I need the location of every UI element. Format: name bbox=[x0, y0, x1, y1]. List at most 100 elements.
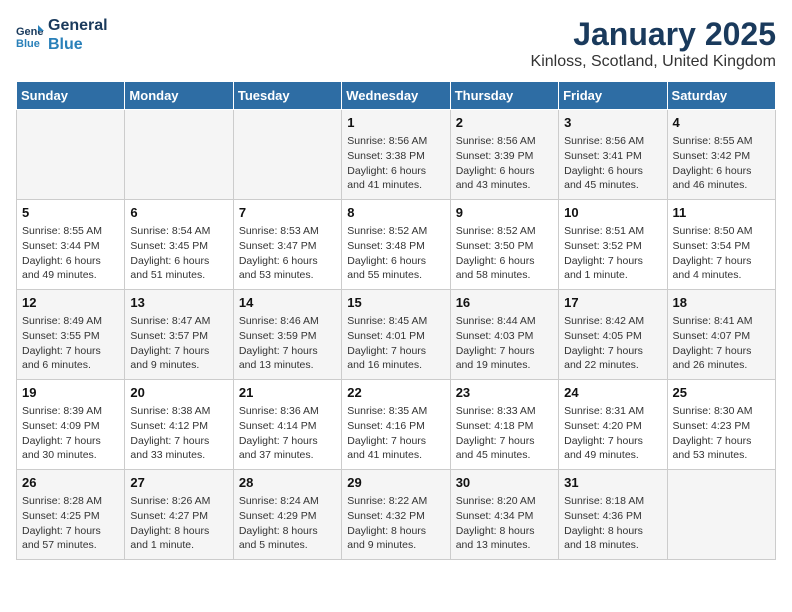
calendar-subtitle: Kinloss, Scotland, United Kingdom bbox=[531, 53, 776, 71]
day-info: Sunrise: 8:55 AMSunset: 3:42 PMDaylight:… bbox=[673, 134, 770, 193]
day-number: 31 bbox=[564, 474, 661, 492]
calendar-cell: 21Sunrise: 8:36 AMSunset: 4:14 PMDayligh… bbox=[233, 380, 341, 470]
day-number: 3 bbox=[564, 114, 661, 132]
day-number: 14 bbox=[239, 294, 336, 312]
calendar-cell: 22 Sunrise: 8:35 AMSunset: 4:16 PMDayligh… bbox=[342, 380, 450, 470]
day-number: 27 bbox=[130, 474, 227, 492]
day-info: Sunrise: 8:49 AMSunset: 3:55 PMDaylight:… bbox=[22, 314, 119, 373]
day-number: 22 bbox=[347, 384, 444, 402]
day-info: Sunrise: 8:52 AMSunset: 3:50 PMDaylight:… bbox=[456, 224, 553, 283]
day-header-monday: Monday bbox=[125, 82, 233, 110]
day-number: 29 bbox=[347, 474, 444, 492]
calendar-cell: 31 Sunrise: 8:18 AMSunset: 4:36 PMDayligh… bbox=[559, 470, 667, 560]
calendar-cell: 27 Sunrise: 8:26 AMSunset: 4:27 PMDayligh… bbox=[125, 470, 233, 560]
calendar-cell bbox=[667, 470, 775, 560]
calendar-cell: 13 Sunrise: 8:47 AMSunset: 3:57 PMDayligh… bbox=[125, 290, 233, 380]
day-info: Sunrise: 8:54 AMSunset: 3:45 PMDaylight:… bbox=[130, 224, 227, 283]
day-info: Sunrise: 8:39 AMSunset: 4:09 PMDaylight:… bbox=[22, 404, 119, 463]
calendar-cell: 12 Sunrise: 8:49 AMSunset: 3:55 PMDayligh… bbox=[17, 290, 125, 380]
day-info: Sunrise: 8:18 AMSunset: 4:36 PMDaylight:… bbox=[564, 494, 661, 553]
day-number: 4 bbox=[673, 114, 770, 132]
calendar-cell: 2Sunrise: 8:56 AMSunset: 3:39 PMDaylight… bbox=[450, 110, 558, 200]
day-info: Sunrise: 8:42 AMSunset: 4:05 PMDaylight:… bbox=[564, 314, 661, 373]
day-info: Sunrise: 8:30 AMSunset: 4:23 PMDaylight:… bbox=[673, 404, 770, 463]
calendar-cell: 19 Sunrise: 8:39 AMSunset: 4:09 PMDayligh… bbox=[17, 380, 125, 470]
calendar-cell: 3Sunrise: 8:56 AMSunset: 3:41 PMDaylight… bbox=[559, 110, 667, 200]
day-info: Sunrise: 8:56 AMSunset: 3:39 PMDaylight:… bbox=[456, 134, 553, 193]
calendar-week-5: 26 Sunrise: 8:28 AMSunset: 4:25 PMDayligh… bbox=[17, 470, 776, 560]
logo-blue: Blue bbox=[48, 35, 108, 54]
day-number: 1 bbox=[347, 114, 444, 132]
calendar-cell: 20Sunrise: 8:38 AMSunset: 4:12 PMDayligh… bbox=[125, 380, 233, 470]
calendar-cell: 28Sunrise: 8:24 AMSunset: 4:29 PMDayligh… bbox=[233, 470, 341, 560]
day-number: 30 bbox=[456, 474, 553, 492]
day-number: 10 bbox=[564, 204, 661, 222]
calendar-cell: 4 Sunrise: 8:55 AMSunset: 3:42 PMDaylight… bbox=[667, 110, 775, 200]
day-info: Sunrise: 8:28 AMSunset: 4:25 PMDaylight:… bbox=[22, 494, 119, 553]
calendar-cell bbox=[125, 110, 233, 200]
day-number: 12 bbox=[22, 294, 119, 312]
calendar-cell: 7 Sunrise: 8:53 AMSunset: 3:47 PMDaylight… bbox=[233, 200, 341, 290]
day-number: 7 bbox=[239, 204, 336, 222]
day-info: Sunrise: 8:44 AMSunset: 4:03 PMDaylight:… bbox=[456, 314, 553, 373]
calendar-cell bbox=[17, 110, 125, 200]
day-info: Sunrise: 8:41 AMSunset: 4:07 PMDaylight:… bbox=[673, 314, 770, 373]
day-number: 18 bbox=[673, 294, 770, 312]
calendar-cell: 30 Sunrise: 8:20 AMSunset: 4:34 PMDayligh… bbox=[450, 470, 558, 560]
day-number: 26 bbox=[22, 474, 119, 492]
calendar-week-3: 12 Sunrise: 8:49 AMSunset: 3:55 PMDayligh… bbox=[17, 290, 776, 380]
page-header: General Blue General Blue January 2025 K… bbox=[16, 16, 776, 71]
day-info: Sunrise: 8:51 AMSunset: 3:52 PMDaylight:… bbox=[564, 224, 661, 283]
day-number: 11 bbox=[673, 204, 770, 222]
day-info: Sunrise: 8:24 AMSunset: 4:29 PMDaylight:… bbox=[239, 494, 336, 553]
calendar-cell: 11Sunrise: 8:50 AMSunset: 3:54 PMDayligh… bbox=[667, 200, 775, 290]
day-header-saturday: Saturday bbox=[667, 82, 775, 110]
day-info: Sunrise: 8:46 AMSunset: 3:59 PMDaylight:… bbox=[239, 314, 336, 373]
calendar-cell: 18 Sunrise: 8:41 AMSunset: 4:07 PMDayligh… bbox=[667, 290, 775, 380]
day-number: 8 bbox=[347, 204, 444, 222]
day-header-sunday: Sunday bbox=[17, 82, 125, 110]
day-number: 9 bbox=[456, 204, 553, 222]
calendar-header-row: SundayMondayTuesdayWednesdayThursdayFrid… bbox=[17, 82, 776, 110]
title-block: January 2025 Kinloss, Scotland, United K… bbox=[531, 16, 776, 71]
calendar-cell: 14 Sunrise: 8:46 AMSunset: 3:59 PMDayligh… bbox=[233, 290, 341, 380]
calendar-cell: 15 Sunrise: 8:45 AMSunset: 4:01 PMDayligh… bbox=[342, 290, 450, 380]
calendar-cell: 23Sunrise: 8:33 AMSunset: 4:18 PMDayligh… bbox=[450, 380, 558, 470]
calendar-cell: 9 Sunrise: 8:52 AMSunset: 3:50 PMDaylight… bbox=[450, 200, 558, 290]
day-number: 6 bbox=[130, 204, 227, 222]
calendar-cell: 6 Sunrise: 8:54 AMSunset: 3:45 PMDaylight… bbox=[125, 200, 233, 290]
day-info: Sunrise: 8:20 AMSunset: 4:34 PMDaylight:… bbox=[456, 494, 553, 553]
calendar-cell: 10 Sunrise: 8:51 AMSunset: 3:52 PMDayligh… bbox=[559, 200, 667, 290]
day-info: Sunrise: 8:56 AMSunset: 3:38 PMDaylight:… bbox=[347, 134, 444, 193]
calendar-table: SundayMondayTuesdayWednesdayThursdayFrid… bbox=[16, 81, 776, 560]
day-info: Sunrise: 8:35 AMSunset: 4:16 PMDaylight:… bbox=[347, 404, 444, 463]
day-info: Sunrise: 8:36 AMSunset: 4:14 PMDaylight:… bbox=[239, 404, 336, 463]
day-info: Sunrise: 8:53 AMSunset: 3:47 PMDaylight:… bbox=[239, 224, 336, 283]
day-info: Sunrise: 8:31 AMSunset: 4:20 PMDaylight:… bbox=[564, 404, 661, 463]
day-info: Sunrise: 8:26 AMSunset: 4:27 PMDaylight:… bbox=[130, 494, 227, 553]
calendar-cell: 16 Sunrise: 8:44 AMSunset: 4:03 PMDayligh… bbox=[450, 290, 558, 380]
calendar-cell: 24 Sunrise: 8:31 AMSunset: 4:20 PMDayligh… bbox=[559, 380, 667, 470]
day-info: Sunrise: 8:47 AMSunset: 3:57 PMDaylight:… bbox=[130, 314, 227, 373]
calendar-week-4: 19 Sunrise: 8:39 AMSunset: 4:09 PMDayligh… bbox=[17, 380, 776, 470]
day-number: 24 bbox=[564, 384, 661, 402]
day-number: 15 bbox=[347, 294, 444, 312]
calendar-cell: 1 Sunrise: 8:56 AMSunset: 3:38 PMDaylight… bbox=[342, 110, 450, 200]
day-info: Sunrise: 8:45 AMSunset: 4:01 PMDaylight:… bbox=[347, 314, 444, 373]
day-info: Sunrise: 8:22 AMSunset: 4:32 PMDaylight:… bbox=[347, 494, 444, 553]
calendar-cell: 5Sunrise: 8:55 AMSunset: 3:44 PMDaylight… bbox=[17, 200, 125, 290]
day-number: 17 bbox=[564, 294, 661, 312]
day-number: 19 bbox=[22, 384, 119, 402]
day-number: 20 bbox=[130, 384, 227, 402]
day-number: 16 bbox=[456, 294, 553, 312]
calendar-week-1: 1 Sunrise: 8:56 AMSunset: 3:38 PMDaylight… bbox=[17, 110, 776, 200]
day-number: 23 bbox=[456, 384, 553, 402]
day-header-thursday: Thursday bbox=[450, 82, 558, 110]
calendar-cell: 29 Sunrise: 8:22 AMSunset: 4:32 PMDayligh… bbox=[342, 470, 450, 560]
calendar-title: January 2025 bbox=[531, 16, 776, 53]
day-number: 13 bbox=[130, 294, 227, 312]
calendar-cell: 25 Sunrise: 8:30 AMSunset: 4:23 PMDayligh… bbox=[667, 380, 775, 470]
day-header-tuesday: Tuesday bbox=[233, 82, 341, 110]
day-header-friday: Friday bbox=[559, 82, 667, 110]
day-number: 25 bbox=[673, 384, 770, 402]
